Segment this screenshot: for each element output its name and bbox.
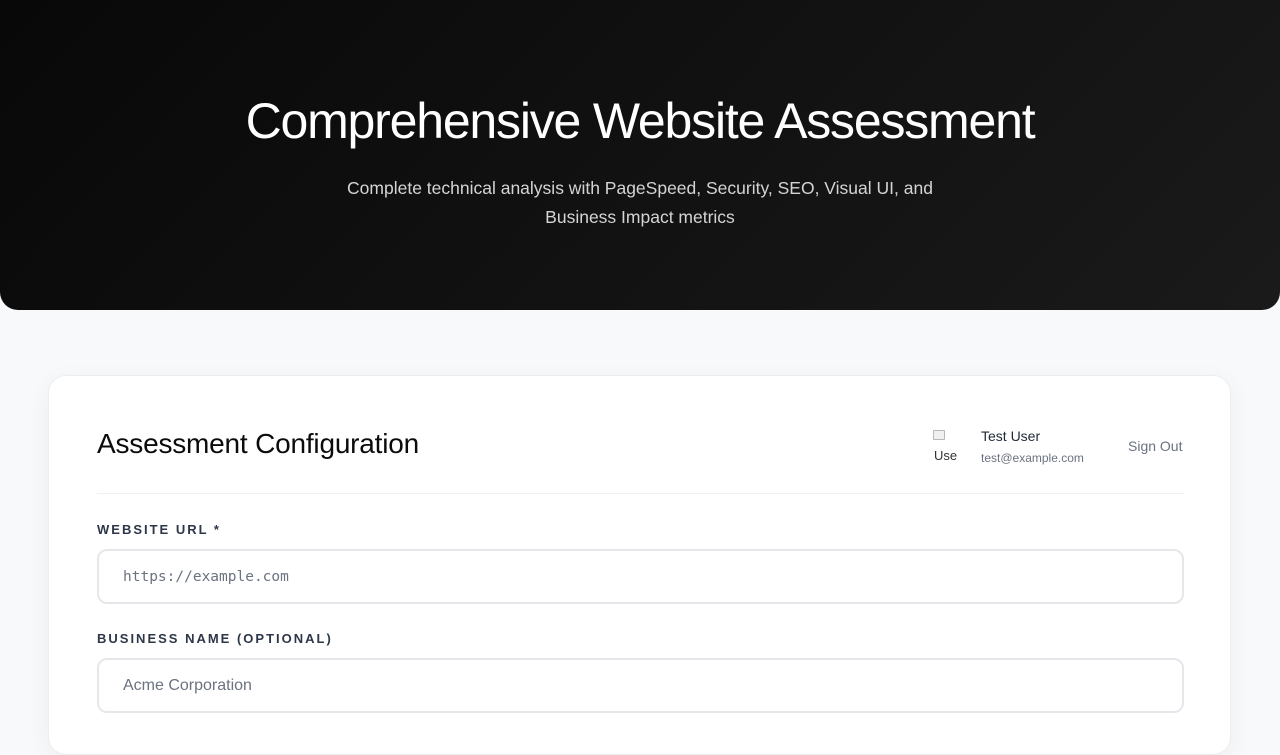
business-name-field-wrapper [97,658,1184,713]
website-url-input[interactable] [99,551,1182,602]
sign-out-button[interactable]: Sign Out [1128,438,1182,454]
broken-image-icon [933,430,945,440]
business-name-input[interactable] [99,660,1182,711]
user-email: test@example.com [981,451,1084,465]
website-url-label: Website URL * [97,522,221,537]
hero-banner: Comprehensive Website Assessment Complet… [0,0,1280,310]
user-name: Test User [981,428,1041,444]
user-avatar: Use [933,430,963,462]
website-url-field-wrapper [97,549,1184,604]
hero-title: Comprehensive Website Assessment [245,93,1036,149]
assessment-config-card: Assessment Configuration Use Test User t… [48,375,1231,755]
hero-subtitle: Complete technical analysis with PageSpe… [347,178,933,227]
card-title: Assessment Configuration [97,428,420,459]
header-divider [97,493,1184,494]
avatar-alt-text: Use [934,448,958,462]
business-name-label: Business Name (Optional) [97,631,333,646]
